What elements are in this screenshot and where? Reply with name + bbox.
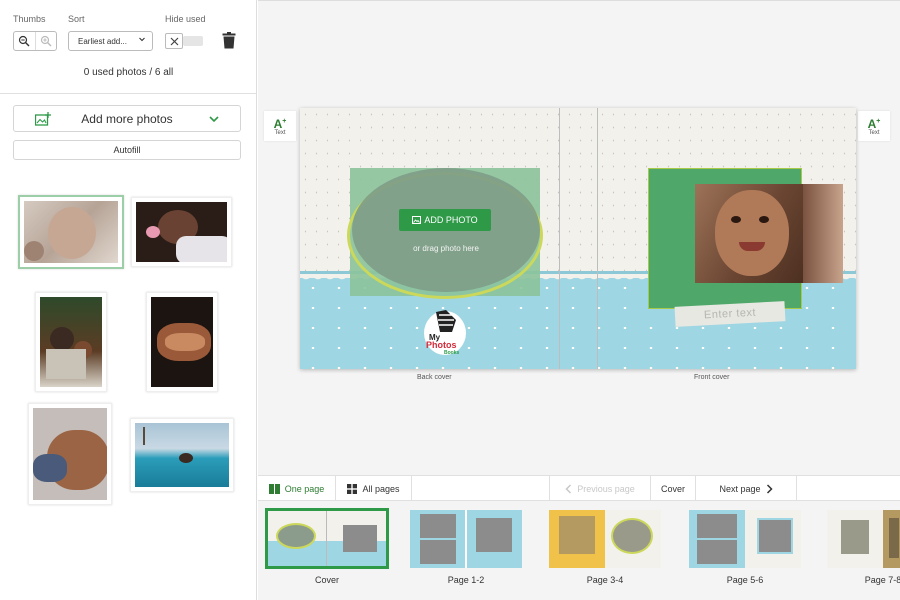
text-tool-label: Text: [868, 130, 880, 136]
chevron-down-icon: [138, 35, 146, 45]
one-page-view-button[interactable]: One page: [258, 476, 336, 501]
photo-thumb[interactable]: [146, 292, 218, 392]
page-label: Cover: [314, 575, 339, 585]
logo-books: Books: [444, 350, 460, 356]
sidebar-divider: [0, 93, 257, 94]
zoom-out-icon: [19, 35, 30, 47]
photo-thumb[interactable]: [18, 195, 124, 269]
brand-logo: My Photos Books: [422, 306, 468, 356]
sort-select[interactable]: Earliest add...: [68, 31, 153, 51]
grid-icon: [347, 483, 358, 494]
sort-label: Sort: [68, 14, 85, 24]
close-icon: [170, 37, 178, 45]
spine-line: [597, 108, 598, 369]
current-page-indicator: Cover: [651, 476, 696, 501]
page-thumb-3-4[interactable]: [549, 510, 661, 568]
all-pages-label: All pages: [362, 483, 400, 494]
image-icon: [412, 216, 422, 224]
used-photos-count: 0 used photos / 6 all: [83, 67, 174, 78]
page-label: Page 7-8: [864, 575, 900, 585]
add-text-button-right[interactable]: A+ Text: [858, 111, 890, 141]
drag-photo-hint: or drag photo here: [413, 244, 479, 253]
page-thumb-cover[interactable]: [265, 508, 389, 569]
page-thumbnail-strip: Cover Page 1-2 Page 3-4 Page 5-6 Page 7-…: [258, 501, 900, 600]
next-page-label: Next page: [719, 483, 761, 494]
previous-page-button[interactable]: Previous page: [549, 476, 651, 501]
previous-page-label: Previous page: [577, 483, 635, 494]
page-thumb-7-8[interactable]: [827, 510, 900, 568]
add-text-icon: A+: [273, 117, 287, 131]
delete-button[interactable]: [222, 32, 236, 49]
add-more-photos-button[interactable]: Add more photos: [13, 105, 241, 132]
page-label: Page 5-6: [726, 575, 764, 585]
hide-used-label: Hide used: [165, 14, 206, 24]
thumb-zoom-group: [13, 31, 57, 51]
infinity-pool-image: [135, 423, 229, 487]
chevron-right-icon: [766, 483, 773, 494]
photo-thumb[interactable]: [131, 197, 232, 267]
back-cover-label: Back cover: [417, 374, 452, 381]
zoom-in-button[interactable]: [34, 32, 57, 50]
hide-used-toggle[interactable]: [165, 33, 183, 49]
chevron-left-icon: [565, 483, 572, 494]
add-text-icon: A+: [867, 117, 881, 131]
front-cover-photo[interactable]: [695, 184, 843, 283]
cover-spread[interactable]: ADD PHOTO or drag photo here My Photos B…: [300, 108, 856, 369]
next-page-button[interactable]: Next page: [696, 476, 797, 501]
add-more-photos-label: Add more photos: [81, 111, 173, 126]
logo-photos: Photos: [426, 340, 457, 350]
page-label: Page 3-4: [586, 575, 624, 585]
thumbs-label: Thumbs: [13, 14, 46, 24]
family-at-christmas-image: [40, 297, 102, 387]
sort-value: Earliest add...: [78, 36, 127, 46]
current-page-label: Cover: [660, 483, 685, 494]
hide-used-track[interactable]: [183, 36, 203, 46]
one-page-icon: [268, 483, 280, 494]
zoom-out-button[interactable]: [14, 32, 35, 50]
photo-thumb[interactable]: [35, 292, 107, 392]
baby-hand-in-palm-image: [33, 408, 107, 500]
add-photo-label: ADD PHOTO: [424, 215, 478, 225]
page-label: Page 1-2: [447, 575, 485, 585]
photo-thumb[interactable]: [28, 403, 112, 505]
all-pages-view-button[interactable]: All pages: [336, 476, 412, 501]
autofill-button[interactable]: Autofill: [13, 140, 241, 160]
page-thumb-5-6[interactable]: [689, 510, 801, 568]
page-toolbar: One page All pages Previous page Cover N…: [258, 475, 900, 501]
text-tool-label: Text: [274, 130, 286, 136]
one-page-label: One page: [284, 483, 325, 494]
photo-sidebar: Thumbs Sort Hide used Earliest add... 0 …: [0, 0, 257, 600]
zoom-in-icon: [40, 35, 52, 47]
trash-icon: [222, 32, 236, 49]
spine-line: [559, 108, 560, 369]
editor-canvas: A+ Text A+ Text ADD PHOTO or drag photo …: [258, 0, 900, 475]
front-cover-label: Front cover: [694, 374, 730, 381]
chevron-down-icon: [208, 112, 220, 130]
photo-thumb[interactable]: [130, 418, 234, 492]
add-photo-button[interactable]: ADD PHOTO: [399, 209, 491, 231]
add-text-button-left[interactable]: A+ Text: [264, 111, 296, 141]
holding-hands-image: [151, 297, 213, 387]
baby-portrait-image: [24, 201, 118, 263]
page-thumb-1-2[interactable]: [410, 510, 522, 568]
mother-and-baby-image: [136, 202, 227, 262]
